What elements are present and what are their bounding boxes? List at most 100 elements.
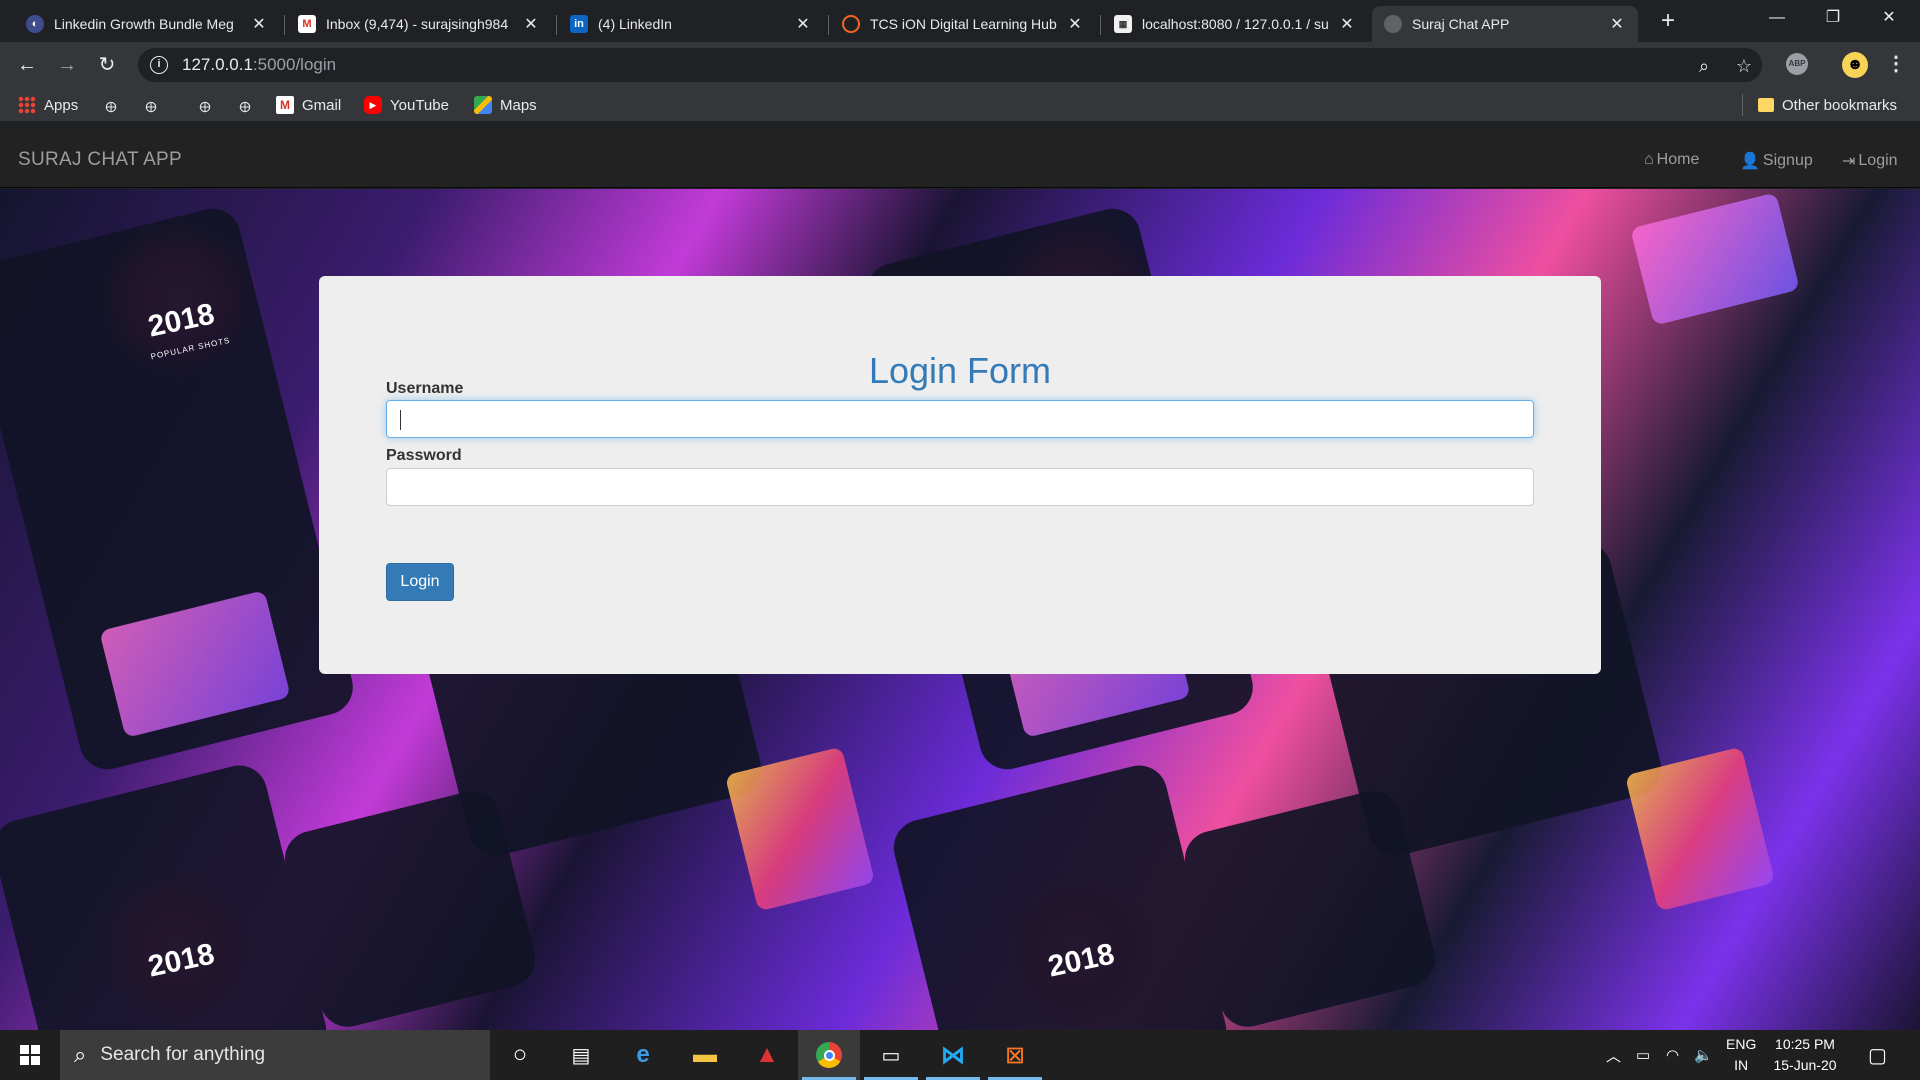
globe-icon: 🜨 xyxy=(145,98,157,115)
home-icon: ⌂ xyxy=(1644,151,1654,168)
terminal-icon[interactable]: ▭ xyxy=(860,1030,922,1080)
globe-icon: 🜨 xyxy=(239,98,251,115)
bookmark-label: Gmail xyxy=(302,96,342,114)
bookmark-apps[interactable]: Apps xyxy=(18,94,78,116)
gmail-icon: M xyxy=(298,15,316,33)
close-icon[interactable]: ✕ xyxy=(1608,14,1626,34)
url-path: :5000/login xyxy=(252,55,337,74)
bookmark-other[interactable]: Other bookmarks xyxy=(1758,94,1897,116)
new-tab-button[interactable]: + xyxy=(1654,8,1682,36)
battery-icon[interactable]: ▭ xyxy=(1636,1030,1650,1080)
bookmark-label: Other bookmarks xyxy=(1782,96,1898,114)
chrome-logo xyxy=(816,1042,842,1068)
reload-icon[interactable]: ↻ xyxy=(93,51,121,79)
info-icon[interactable]: i xyxy=(150,56,168,74)
bookmark-label: Apps xyxy=(44,96,79,114)
maps-icon xyxy=(474,96,492,114)
windows-taskbar: ⌕ Search for anything ○ ▤ e ▬ ▲ ▭ ⋈ ⊠ ︿ … xyxy=(0,1030,1920,1080)
tab-separator xyxy=(1100,15,1101,35)
close-icon[interactable]: ✕ xyxy=(522,14,540,34)
nav-label: Signup xyxy=(1762,152,1813,169)
login-icon: ⇥ xyxy=(1842,153,1856,170)
menu-kebab-icon[interactable]: ⋮ xyxy=(1886,51,1906,76)
nav-label: Login xyxy=(1858,152,1898,169)
tab-suraj-chat-app[interactable]: Suraj Chat APP ✕ xyxy=(1372,6,1638,42)
apps-grid-icon xyxy=(18,96,36,114)
taskbar-search[interactable]: ⌕ Search for anything xyxy=(60,1030,490,1080)
bg-gradient-card xyxy=(724,746,876,912)
bookmark-globe-2[interactable]: 🜨 xyxy=(142,94,168,116)
search-placeholder: Search for anything xyxy=(100,1044,266,1065)
login-form-panel: Login Form Username Password Login xyxy=(319,276,1601,674)
file-explorer-icon[interactable]: ▬ xyxy=(674,1030,736,1080)
close-icon[interactable]: ✕ xyxy=(1066,14,1084,34)
linkedin-icon: in xyxy=(570,15,588,33)
tab-linkedin[interactable]: in (4) LinkedIn ✕ xyxy=(558,6,824,42)
chrome-icon[interactable] xyxy=(798,1030,860,1080)
notifications-icon[interactable]: ▢ xyxy=(1868,1030,1887,1080)
bookmark-gmail[interactable]: M Gmail xyxy=(276,94,341,116)
nav-login[interactable]: ⇥ Login xyxy=(1842,151,1898,171)
browser-toolbar: ← → ↻ i 127.0.0.1:5000/login ⌕ ☆ ABP ☻ ⋮ xyxy=(0,42,1920,88)
tab-separator xyxy=(828,15,829,35)
xampp-icon[interactable]: ⊠ xyxy=(984,1030,1046,1080)
bookmark-label: YouTube xyxy=(390,96,449,114)
tab-gmail-inbox[interactable]: M Inbox (9,474) - surajsingh984 ✕ xyxy=(286,6,552,42)
show-hidden-icons[interactable]: ︿ xyxy=(1606,1030,1621,1080)
forward-icon[interactable]: → xyxy=(53,51,81,79)
bookmark-star-icon[interactable]: ☆ xyxy=(1734,56,1754,77)
bookmark-youtube[interactable]: ▶ YouTube xyxy=(364,94,449,116)
bookmark-label: Maps xyxy=(500,96,537,114)
url-host: 127.0.0.1 xyxy=(182,55,253,74)
cortana-icon[interactable]: ○ xyxy=(489,1030,551,1080)
start-button[interactable] xyxy=(0,1030,60,1080)
tab-linkedin-growth[interactable]: ◐ Linkedin Growth Bundle Meg ✕ xyxy=(14,6,280,42)
globe-icon: 🜨 xyxy=(105,98,117,115)
globe-icon xyxy=(1384,15,1402,33)
nav-home[interactable]: ⌂ Home xyxy=(1644,151,1699,169)
page-viewport: SURAJ CHAT APP ⌂ Home 👤 Signup ⇥ Login 2… xyxy=(0,123,1920,1030)
search-icon: ⌕ xyxy=(74,1042,87,1067)
tab-tcs-ion[interactable]: TCS iON Digital Learning Hub ✕ xyxy=(830,6,1096,42)
app-navbar: SURAJ CHAT APP ⌂ Home 👤 Signup ⇥ Login xyxy=(0,131,1920,188)
tab-localhost-phpmyadmin[interactable]: ▦ localhost:8080 / 127.0.0.1 / su ✕ xyxy=(1102,6,1368,42)
wifi-icon[interactable]: ◠ xyxy=(1666,1030,1679,1080)
bg-phone-mockup xyxy=(887,759,1233,1030)
profile-avatar[interactable]: ☻ xyxy=(1842,52,1868,78)
window-close-icon[interactable]: ✕ xyxy=(1866,0,1912,36)
back-icon[interactable]: ← xyxy=(13,51,41,79)
zoom-icon[interactable]: ⌕ xyxy=(1694,56,1714,77)
volume-icon[interactable]: 🔈 xyxy=(1694,1030,1713,1080)
close-icon[interactable]: ✕ xyxy=(1338,14,1356,34)
browser-tab-strip: ◐ Linkedin Growth Bundle Meg ✕ M Inbox (… xyxy=(0,0,1920,42)
restore-icon[interactable]: ❐ xyxy=(1810,0,1856,36)
adblock-plus-icon[interactable]: ABP xyxy=(1786,53,1808,75)
task-view-icon[interactable]: ▤ xyxy=(550,1030,612,1080)
close-icon[interactable]: ✕ xyxy=(250,14,268,34)
address-bar[interactable]: i 127.0.0.1:5000/login ⌕ ☆ xyxy=(138,48,1762,82)
username-input[interactable] xyxy=(386,400,1534,438)
bookmark-globe-3[interactable]: 🜨 xyxy=(196,94,222,116)
gmail-icon: M xyxy=(276,96,294,114)
app-brand[interactable]: SURAJ CHAT APP xyxy=(18,149,182,171)
login-submit-button[interactable]: Login xyxy=(386,563,454,601)
language-indicator[interactable]: ENG IN xyxy=(1726,1034,1756,1076)
bg-gradient-card xyxy=(1630,192,1800,326)
lang-region: IN xyxy=(1734,1057,1749,1073)
password-input[interactable] xyxy=(386,468,1534,506)
youtube-icon: ▶ xyxy=(364,96,382,114)
bookmark-globe-1[interactable]: 🜨 xyxy=(102,94,128,116)
bookmark-maps[interactable]: Maps xyxy=(474,94,537,116)
text-caret xyxy=(400,410,401,430)
tab-title: (4) LinkedIn xyxy=(598,16,672,32)
tab-title: Suraj Chat APP xyxy=(1412,16,1510,32)
minimize-icon[interactable]: — xyxy=(1754,0,1800,36)
bookmark-globe-4[interactable]: 🜨 xyxy=(236,94,262,116)
vscode-icon[interactable]: ⋈ xyxy=(922,1030,984,1080)
nav-signup[interactable]: 👤 Signup xyxy=(1740,151,1813,171)
game-icon[interactable]: ▲ xyxy=(736,1030,798,1080)
close-icon[interactable]: ✕ xyxy=(794,14,812,34)
tab-title: Linkedin Growth Bundle Meg xyxy=(54,16,234,32)
edge-icon[interactable]: e xyxy=(612,1030,674,1080)
system-clock[interactable]: 10:25 PM 15-Jun-20 xyxy=(1760,1034,1850,1076)
